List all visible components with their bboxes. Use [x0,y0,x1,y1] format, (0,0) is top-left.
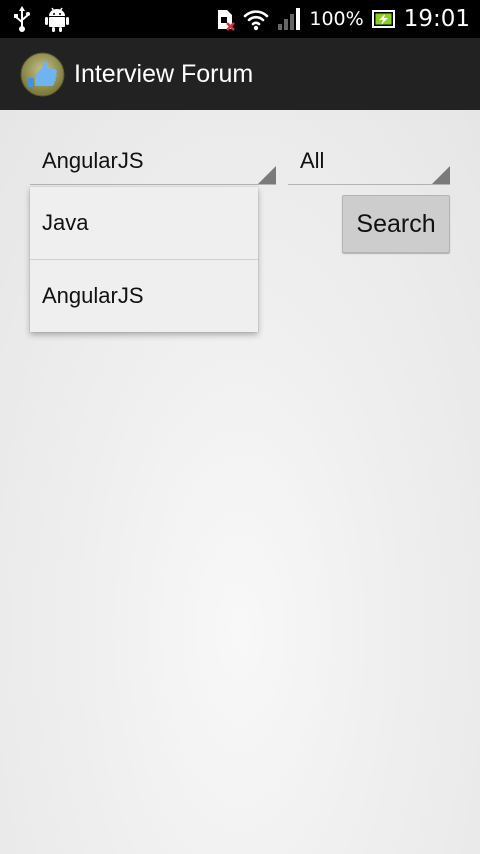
dropdown-arrow-icon [258,166,276,184]
thumbs-up-icon[interactable] [20,52,65,97]
clock: 19:01 [403,6,470,32]
sim-error-icon [218,10,236,31]
status-system: 100% 19:01 [217,4,470,34]
battery-percentage: 100% [309,8,364,30]
main-content: AngularJS All Search Java AngularJS [0,110,480,854]
battery-charging-icon [371,10,395,28]
category-spinner[interactable]: AngularJS [30,140,276,185]
level-spinner-value: All [300,148,325,173]
wifi-icon [244,10,269,31]
status-bar: 100% 19:01 [0,0,480,38]
search-button[interactable]: Search [342,195,450,253]
app-title: Interview Forum [74,60,254,88]
android-debug-icon [45,7,69,32]
signal-icon [278,8,301,30]
category-dropdown-list: Java AngularJS [30,187,258,332]
dropdown-option-java[interactable]: Java [30,187,258,259]
category-spinner-value: AngularJS [42,148,144,173]
level-spinner[interactable]: All [288,140,450,185]
dropdown-arrow-icon [432,166,450,184]
usb-icon [14,6,30,32]
status-notifications [14,4,70,34]
dropdown-option-angularjs[interactable]: AngularJS [30,260,258,332]
action-bar: Interview Forum [0,38,480,110]
